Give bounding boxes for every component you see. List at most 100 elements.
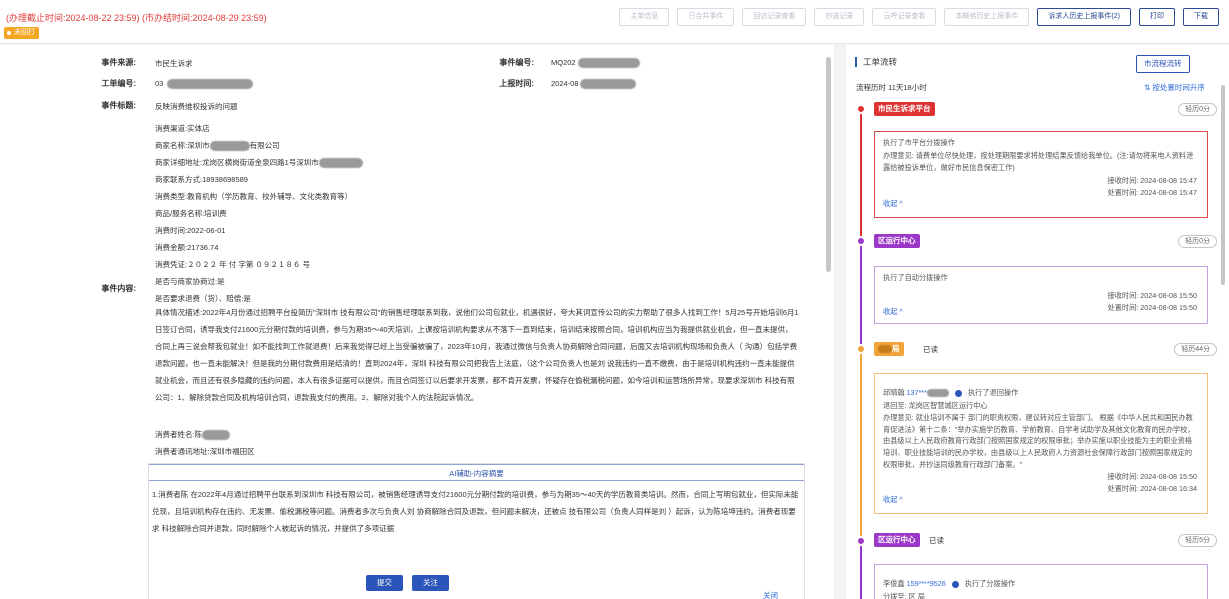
handler-name: 邱晴翰 [883,388,905,397]
node-tag: 区运行中心 [874,533,920,547]
content-line: 商家联系方式:18938698589 [155,175,248,184]
receive-time: 接收时间: 2024-08-08 15:50 [1107,471,1198,481]
card-row: 执行了市平台分拨操作 [883,138,955,147]
status-label: 未回打 [14,29,35,36]
flow-card: 执行了市平台分拨操作 办理意见: 请费单位尽快处理，按处理期限要求将处理结果反馈… [874,131,1208,218]
collapse-link[interactable]: 收起 ^ [883,307,903,317]
content-line: 是否与商家协商过:是 [155,277,225,286]
timeline-line [860,243,862,353]
sort-toggle[interactable]: ⇅ 按处置时间升序 [1144,82,1205,93]
main-info-button[interactable]: 主单信息 [619,8,670,26]
title-label: 事件标题: [101,101,136,110]
content-line: 是否要求退费（货）、赔偿:是 [155,294,251,303]
card-row: 分拨至: 区 局 [883,591,925,599]
flow-card: 李俊鑫 159****9526 执行了分拨操作 分拨至: 区 局 [874,564,1208,599]
content-line: 消费时间:2022-06-01 [155,226,226,235]
handler-operation: 执行了分拨操作 [964,579,1016,588]
cc-records-button[interactable]: 抄送记录 [814,8,865,26]
content-line: 消费类型:教育机构（学历教育、校外辅导、文化类教育等） [155,192,353,201]
handler-row: 邱晴翰 137*** 执行了退回操作 [883,387,1199,400]
flow-card: 邱晴翰 137*** 执行了退回操作 退回至: 龙岗区智慧城区运行中心 办理意见… [874,373,1208,514]
handler-row: 李俊鑫 159****9526 执行了分拨操作 [883,578,1199,591]
report-time-value: 2024-08 [551,79,636,90]
callback-records-button[interactable]: 回访记录查看 [742,8,807,26]
submit-button[interactable]: 提交 [366,575,403,591]
duration-pill: 轻历44分 [1174,343,1217,356]
content-line: 商品/服务名称:培训费 [155,209,227,218]
flow-card: 执行了自动分拨操作 接收时间: 2024-08-08 15:50 处置时间: 2… [874,266,1208,324]
work-no-label: 工单编号: [101,79,136,88]
node-tag: 区运行中心 [874,234,920,248]
title-value: 反映消费维权投诉的问题 [155,102,238,111]
source-label: 事件来源: [101,58,136,67]
flow-panel: 工单流转 市流程流转 流程历时 11天18小时 ⇅ 按处置时间升序 市民生诉求平… [846,45,1229,599]
event-detail-panel: 事件来源: 市民生诉求 事件编号: MQ202 工单编号: 03 上报时间: 2… [0,45,834,599]
collapse-link[interactable]: 收起 ^ [883,199,903,209]
card-row: 退回至: 龙岗区智慧城区运行中心 [883,400,988,410]
vertical-scrollbar[interactable] [826,57,831,272]
print-button[interactable]: 打印 [1139,8,1175,26]
handle-time: 处置时间: 2024-08-08 15:50 [1107,303,1198,312]
receive-time: 接收时间: 2024-08-08 15:50 [1107,290,1198,300]
card-row: 办理意见: 请费单位尽快处理，按处理期限要求将处理结果反馈给我单位。(注:请勿将… [883,150,1194,173]
toolbar: 主单信息 已合并事件 回访记录查看 抄送记录 云呼记录查看 本概格历史上报事件 … [619,8,1219,26]
flow-duration: 流程历时 11天18小时 [856,83,927,92]
timeline-node [856,344,866,354]
node-tag: 市民生诉求平台 [874,102,935,116]
card-row: 办理意见: 就业培训不属于 部门的职责权限，建议转对应主管部门。 根据《中华人民… [883,413,1195,469]
work-no-value: 03 [155,79,254,90]
situation-description: 具体情况描述:2022年4月份通过招聘平台投简历"深圳市 技有限公司"的销售经理… [155,308,799,403]
handler-phone[interactable]: 137*** [907,388,927,397]
grid-history-button[interactable]: 本概格历史上报事件 [944,8,1030,26]
consumer-address: 消费者通讯地址:深圳市福田区 [155,447,255,456]
flow-title: 工单流转 [855,57,897,67]
ai-summary-header: AI辅助-内容摘要 [149,464,804,481]
dot-icon [7,31,11,35]
handler-name: 李俊鑫 [883,579,905,588]
read-status: 已读 [929,536,944,545]
report-time-label: 上报时间: [499,79,534,88]
follow-button[interactable]: 关注 [412,575,449,591]
content-line: 商家详细地址:龙岗区横岗街道金泉四路1号深圳市 [155,157,363,169]
flow-scrollbar[interactable] [1221,85,1225,285]
handle-time: 处置时间: 2024-08-08 15:47 [1107,188,1198,197]
handle-time: 处置时间: 2024-08-08 16:34 [1107,484,1198,494]
merged-events-button[interactable]: 已合并事件 [677,8,735,26]
content-line: 商家名称:深圳市 有限公司 [155,141,280,152]
event-no-value: MQ202 [551,58,640,69]
action-bar: 提交 关注 [366,575,449,591]
download-button[interactable]: 下载 [1183,8,1219,26]
handler-phone[interactable]: 159****9526 [907,579,946,588]
duration-pill: 轻历0分 [1178,103,1217,116]
status-badge: 未回打 [4,27,39,39]
node-tag: 局 [874,342,904,356]
collapse-link[interactable]: 收起 ^ [883,495,903,505]
timeline-node [856,236,866,246]
top-bar: (办理截止时间:2024-08-22 23:59) (市办结时间:2024-08… [0,0,1229,44]
duration-pill: 轻历0分 [1178,235,1217,248]
ai-summary-box: AI辅助-内容摘要 1.消费者陈 在2022年4月通过招聘平台联系到深圳市 科技… [148,463,805,599]
event-no-label: 事件编号: [499,58,534,67]
city-flow-button[interactable]: 市流程流转 [1136,55,1190,73]
content-label: 事件内容: [101,284,136,293]
consumer-name: 消费者姓名:陈 [155,429,231,441]
card-row: 执行了自动分拨操作 [883,273,948,282]
appellant-history-button[interactable]: 诉求人历史上报事件(2) [1037,8,1131,26]
cloud-call-records-button[interactable]: 云呼记录查看 [872,8,937,26]
source-value: 市民生诉求 [155,59,193,68]
content-line: 消费凭证:２０２２ 年 付 字第 ０９２１８６ 号 [155,260,311,269]
duration-pill: 轻历5分 [1178,534,1217,547]
handler-operation: 执行了退回操作 [967,388,1019,397]
phone-icon[interactable] [951,580,959,588]
timeline-line [860,543,862,599]
ai-summary-text: 1.消费者陈 在2022年4月通过招聘平台联系到深圳市 科技有限公司，被销售经理… [152,490,799,533]
deadline-text: (办理截止时间:2024-08-22 23:59) (市办结时间:2024-08… [6,13,267,23]
content-line: 消费金额:21736.74 [155,243,219,252]
timeline-node [856,104,866,114]
phone-icon[interactable] [954,389,962,397]
read-status: 已读 [923,345,938,354]
timeline-line [860,353,862,543]
content-line: 消费渠道:实体店 [155,124,210,133]
close-summary-link[interactable]: 关闭 [763,590,778,599]
receive-time: 接收时间: 2024-08-08 15:47 [1107,175,1198,185]
